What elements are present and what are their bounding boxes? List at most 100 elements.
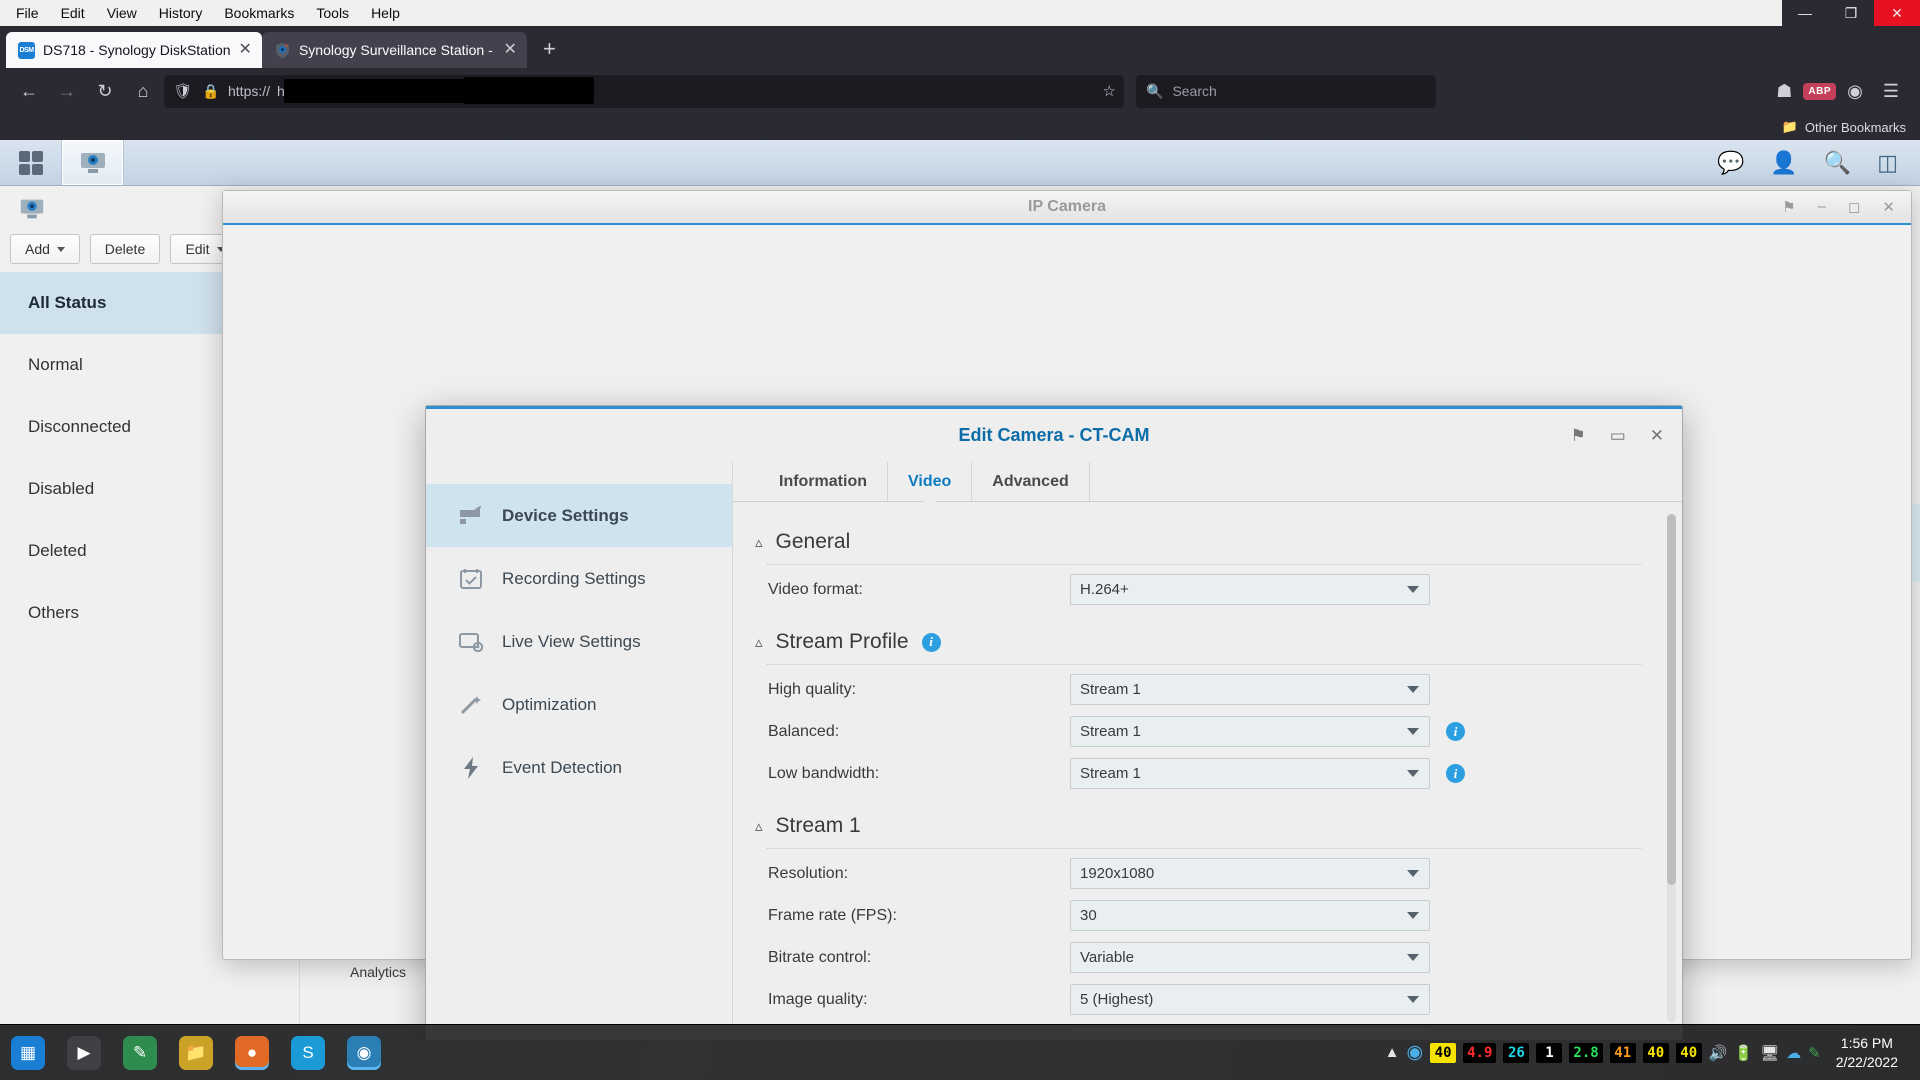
tray-stat[interactable]: 26 xyxy=(1503,1043,1529,1063)
lock-warning-icon[interactable]: 🔒 xyxy=(201,80,221,102)
high-quality-select[interactable]: Stream 1 xyxy=(1070,674,1430,705)
taskbar-clock[interactable]: 1:56 PM 2/22/2022 xyxy=(1828,1034,1910,1072)
section-header-stream-profile[interactable]: ▵ Stream Profile i xyxy=(755,630,1642,654)
section-header-general[interactable]: ▵ General xyxy=(755,530,1642,554)
tab-video[interactable]: Video xyxy=(888,462,972,501)
forward-icon[interactable]: → xyxy=(50,75,84,107)
sidebar-item-live-view-settings[interactable]: Live View Settings xyxy=(426,610,732,673)
close-icon[interactable]: ✕ xyxy=(504,42,517,58)
maximize-icon[interactable]: ▭ xyxy=(1610,426,1626,446)
pin-icon[interactable]: ⚑ xyxy=(1570,426,1585,446)
pencil-icon[interactable]: ✎ xyxy=(1808,1044,1821,1062)
bookmark-star-icon[interactable]: ☆ xyxy=(1103,82,1116,100)
tray-stat[interactable]: 40 xyxy=(1643,1043,1669,1063)
tray-stat[interactable]: 2.8 xyxy=(1569,1043,1602,1063)
battery-icon[interactable]: 🔋 xyxy=(1734,1044,1753,1062)
pin-icon[interactable]: ⚑ xyxy=(1782,198,1795,216)
window-close-button[interactable]: ✕ xyxy=(1874,0,1920,26)
close-icon[interactable]: ✕ xyxy=(1882,198,1895,216)
browser-tab-surveillance-station[interactable]: Synology Surveillance Station - DS71 ✕ xyxy=(262,32,527,68)
close-icon[interactable]: ✕ xyxy=(1650,426,1664,446)
resolution-select[interactable]: 1920x1080 xyxy=(1070,858,1430,889)
new-tab-button[interactable]: + xyxy=(527,36,572,68)
tray-stat[interactable]: 41 xyxy=(1610,1043,1636,1063)
minimize-icon[interactable]: – xyxy=(1818,198,1826,216)
add-button[interactable]: Add xyxy=(10,234,80,264)
taskbar-skype[interactable]: S xyxy=(280,1025,336,1080)
scrollbar-thumb[interactable] xyxy=(1667,514,1676,885)
tab-information[interactable]: Information xyxy=(759,462,888,501)
window-maximize-button[interactable]: ❐ xyxy=(1828,0,1874,26)
back-icon[interactable]: ← xyxy=(12,75,46,107)
info-icon[interactable]: i xyxy=(1446,722,1465,741)
account-icon[interactable]: ◉ xyxy=(1838,75,1872,107)
dsm-mainmenu-button[interactable] xyxy=(0,140,62,185)
tray-stat[interactable]: 40 xyxy=(1676,1043,1702,1063)
speaker-icon[interactable]: 🔊 xyxy=(1709,1044,1728,1062)
taskbar-start-button[interactable]: ▦ xyxy=(0,1025,56,1080)
reload-icon[interactable]: ↻ xyxy=(88,75,122,107)
bitrate-control-select[interactable]: Variable xyxy=(1070,942,1430,973)
delete-button[interactable]: Delete xyxy=(90,234,160,264)
field-row-frame-rate: Frame rate (FPS): 30 xyxy=(755,895,1642,936)
menu-history[interactable]: History xyxy=(149,2,213,24)
field-row-video-format: Video format: H.264+ xyxy=(755,569,1642,610)
user-icon[interactable]: 👤 xyxy=(1770,150,1797,176)
image-quality-select[interactable]: 5 (Highest) xyxy=(1070,984,1430,1015)
sidebar-item-recording-settings[interactable]: Recording Settings xyxy=(426,547,732,610)
frame-rate-select[interactable]: 30 xyxy=(1070,900,1430,931)
notifications-icon[interactable]: 💬 xyxy=(1717,150,1744,176)
tray-stat[interactable]: 1 xyxy=(1536,1043,1562,1063)
dialog-scroll-area: ▵ General Video format: H.264+ xyxy=(733,502,1682,1034)
chevron-down-icon xyxy=(1397,759,1429,788)
url-bar[interactable]: 🛡 🔒 https:// hman/3rdparty/SurveillanceS… xyxy=(164,75,1124,108)
adblock-extension-icon[interactable]: ABP xyxy=(1803,83,1836,100)
tray-stat[interactable]: 40 xyxy=(1430,1043,1456,1063)
taskbar-firefox[interactable]: ● xyxy=(224,1025,280,1080)
sidebar-item-device-settings[interactable]: Device Settings xyxy=(426,484,732,547)
menu-edit[interactable]: Edit xyxy=(51,2,95,24)
dsm-taskbar-ipcamera[interactable] xyxy=(62,140,124,185)
sidebar-item-optimization[interactable]: Optimization xyxy=(426,673,732,736)
home-icon[interactable]: ⌂ xyxy=(126,75,160,107)
video-format-select[interactable]: H.264+ xyxy=(1070,574,1430,605)
hamburger-menu-icon[interactable]: ☰ xyxy=(1874,75,1908,107)
other-bookmarks-label[interactable]: Other Bookmarks xyxy=(1805,120,1906,135)
low-bandwidth-select[interactable]: Stream 1 xyxy=(1070,758,1430,789)
taskbar-surveillance-station[interactable]: ◉ xyxy=(336,1025,392,1080)
info-icon[interactable]: i xyxy=(1446,764,1465,783)
tray-chevron-up-icon[interactable]: ▲ xyxy=(1385,1044,1400,1061)
folder-icon: 📁 xyxy=(1782,119,1798,135)
taskbar-file-explorer[interactable]: 📁 xyxy=(168,1025,224,1080)
bolt-icon xyxy=(458,756,484,780)
maximize-icon[interactable]: ◻ xyxy=(1848,198,1860,216)
menu-file[interactable]: File xyxy=(6,2,49,24)
shield-icon[interactable]: 🛡 xyxy=(172,80,194,102)
taskbar-green-app[interactable]: ✎ xyxy=(112,1025,168,1080)
network-icon[interactable]: 🖥 xyxy=(1760,1044,1779,1062)
section-header-stream-1[interactable]: ▵ Stream 1 xyxy=(755,814,1642,838)
widgets-icon[interactable]: ◫ xyxy=(1877,150,1898,176)
field-row-low-bandwidth: Low bandwidth: Stream 1 i xyxy=(755,753,1642,794)
tab-advanced[interactable]: Advanced xyxy=(972,462,1089,501)
balanced-select[interactable]: Stream 1 xyxy=(1070,716,1430,747)
browser-tab-diskstation[interactable]: DSM DS718 - Synology DiskStation ✕ xyxy=(6,32,262,68)
tray-surveillance-icon[interactable]: ◉ xyxy=(1407,1041,1424,1064)
search-bar[interactable]: 🔍 Search xyxy=(1136,75,1436,108)
search-icon[interactable]: 🔍 xyxy=(1824,150,1851,176)
pocket-icon[interactable]: ☗ xyxy=(1767,75,1801,107)
menu-help[interactable]: Help xyxy=(361,2,410,24)
sidebar-item-event-detection[interactable]: Event Detection xyxy=(426,736,732,799)
ip-camera-window-titlebar: IP Camera ⚑ – ◻ ✕ xyxy=(223,191,1911,225)
taskbar-media-player[interactable]: ▶ xyxy=(56,1025,112,1080)
menu-view[interactable]: View xyxy=(97,2,147,24)
dsm-taskbar-tray: 💬 👤 🔍 ◫ xyxy=(1717,140,1920,185)
tray-stat[interactable]: 4.9 xyxy=(1463,1043,1496,1063)
menu-tools[interactable]: Tools xyxy=(306,2,359,24)
window-minimize-button[interactable]: — xyxy=(1782,0,1828,26)
info-icon[interactable]: i xyxy=(922,633,941,652)
menu-bookmarks[interactable]: Bookmarks xyxy=(214,2,304,24)
dialog-scrollbar[interactable] xyxy=(1667,514,1676,1022)
close-icon[interactable]: ✕ xyxy=(239,42,252,58)
onedrive-icon[interactable]: ☁ xyxy=(1786,1044,1801,1062)
